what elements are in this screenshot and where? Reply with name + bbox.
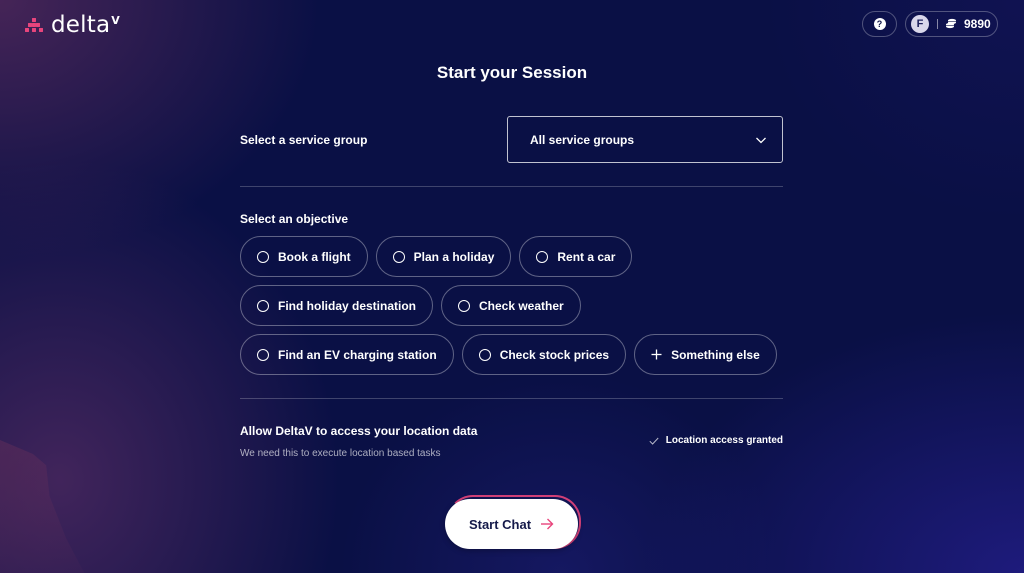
objective-find-holiday-destination[interactable]: Find holiday destination xyxy=(240,285,433,326)
service-group-select[interactable]: All service groups xyxy=(507,116,783,163)
chip-label: Check stock prices xyxy=(499,347,610,362)
location-permission-subtitle: We need this to execute location based t… xyxy=(240,448,441,459)
chip-label: Find an EV charging station xyxy=(278,347,437,362)
radio-icon xyxy=(536,250,549,263)
location-permission-title: Allow DeltaV to access your location dat… xyxy=(240,424,478,438)
radio-icon xyxy=(257,250,269,263)
start-chat-label: Start Chat xyxy=(468,516,532,532)
check-icon xyxy=(649,437,659,445)
start-chat-wrapper: Start Chat xyxy=(445,495,581,549)
coins-icon xyxy=(946,18,956,29)
help-button[interactable]: ? xyxy=(862,11,897,37)
plus-icon xyxy=(651,349,662,360)
chevron-down-icon xyxy=(756,137,766,143)
radio-icon xyxy=(257,348,269,361)
objective-check-stock-prices[interactable]: Check stock prices xyxy=(461,334,627,375)
radio-icon xyxy=(458,299,470,312)
credits-count: 9890 xyxy=(964,17,991,31)
deltav-logo[interactable]: deltaV xyxy=(25,12,120,38)
chip-label: Plan a holiday xyxy=(413,249,495,264)
objective-row: Find an EV charging station Check stock … xyxy=(240,334,800,375)
objective-find-ev-charging-station[interactable]: Find an EV charging station xyxy=(240,334,454,375)
radio-icon xyxy=(478,348,491,361)
account-credits-pill[interactable]: F 9890 xyxy=(905,11,998,37)
divider xyxy=(240,398,783,399)
chip-label: Book a flight xyxy=(278,249,351,264)
chip-label: Find holiday destination xyxy=(278,298,416,313)
objective-book-a-flight[interactable]: Book a flight xyxy=(240,236,368,277)
start-chat-button[interactable]: Start Chat xyxy=(445,499,578,549)
objective-row: Find holiday destination Check weather xyxy=(240,285,800,326)
radio-icon xyxy=(392,250,405,263)
objective-options: Book a flight Plan a holiday Rent a car … xyxy=(240,236,800,375)
location-status: Location access granted xyxy=(649,435,783,446)
chip-label: Something else xyxy=(671,347,760,362)
page-title: Start your Session xyxy=(436,63,588,82)
pill-divider xyxy=(937,19,938,29)
location-status-text: Location access granted xyxy=(665,435,783,446)
objective-something-else[interactable]: Something else xyxy=(634,334,777,375)
avatar: F xyxy=(911,15,929,33)
divider xyxy=(240,186,783,187)
logo-text: deltaV xyxy=(51,12,120,38)
question-circle-icon: ? xyxy=(873,18,886,30)
objective-check-weather[interactable]: Check weather xyxy=(441,285,581,326)
chip-label: Rent a car xyxy=(557,249,616,264)
objective-plan-a-holiday[interactable]: Plan a holiday xyxy=(375,236,512,277)
service-group-label: Select a service group xyxy=(240,133,368,147)
objective-label: Select an objective xyxy=(240,212,349,226)
arrow-right-icon xyxy=(541,518,554,530)
service-group-selected-value: All service groups xyxy=(530,132,635,147)
logo-mark-icon xyxy=(25,16,45,34)
chip-label: Check weather xyxy=(479,298,564,313)
radio-icon xyxy=(257,299,269,312)
objective-row: Book a flight Plan a holiday Rent a car xyxy=(240,236,800,277)
objective-rent-a-car[interactable]: Rent a car xyxy=(519,236,633,277)
